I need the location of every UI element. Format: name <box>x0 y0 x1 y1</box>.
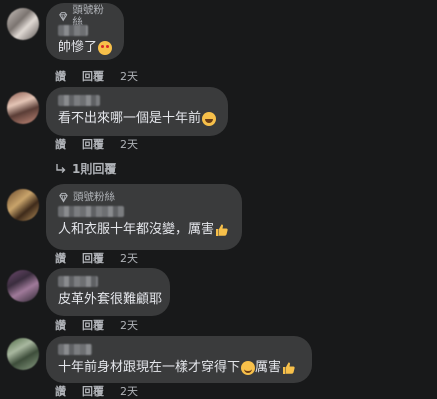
like-button[interactable]: 讚 <box>55 136 66 152</box>
thumbs-up-emoji <box>283 362 295 374</box>
top-fan-badge: 頭號粉絲 <box>58 4 112 28</box>
comment-actions: 讚 回覆 2天 <box>55 137 138 151</box>
avatar[interactable] <box>7 338 39 370</box>
commenter-name[interactable] <box>58 95 100 106</box>
like-button[interactable]: 讚 <box>55 383 66 399</box>
comment-actions: 讚 回覆 2天 <box>55 384 138 398</box>
smile-emoji <box>241 361 256 375</box>
reply-button[interactable]: 回覆 <box>82 250 104 266</box>
timestamp[interactable]: 2天 <box>120 250 138 266</box>
reply-button[interactable]: 回覆 <box>82 136 104 152</box>
comment-bubble: 看不出來哪一個是十年前 <box>46 87 228 136</box>
comment-actions: 讚 回覆 2天 <box>55 69 138 83</box>
avatar[interactable] <box>7 8 39 40</box>
commenter-name[interactable] <box>58 276 98 287</box>
comment-bubble: 頭號粉絲 帥慘了 <box>46 3 124 60</box>
reply-button[interactable]: 回覆 <box>82 317 104 333</box>
reply-button[interactable]: 回覆 <box>82 68 104 84</box>
comment-actions: 讚 回覆 2天 <box>55 318 138 332</box>
avatar[interactable] <box>7 270 39 302</box>
comment-text: 十年前身材跟現在一樣才穿得下 厲害 <box>58 359 300 377</box>
comment-text: 皮革外套很難顧耶 <box>58 292 163 307</box>
like-button[interactable]: 讚 <box>55 68 66 84</box>
diamond-icon <box>59 11 68 21</box>
like-button[interactable]: 讚 <box>55 317 66 333</box>
like-button[interactable]: 讚 <box>55 250 66 266</box>
reply-arrow-icon <box>56 163 66 173</box>
comment-bubble: 皮革外套很難顧耶 <box>46 268 170 316</box>
comment-bubble: 頭號粉絲 人和衣服十年都沒變，厲害 <box>46 184 242 250</box>
timestamp[interactable]: 2天 <box>120 136 138 152</box>
comment-actions: 讚 回覆 2天 <box>55 251 138 265</box>
timestamp[interactable]: 2天 <box>120 317 138 333</box>
avatar[interactable] <box>7 189 39 221</box>
top-fan-badge: 頭號粉絲 <box>58 190 230 204</box>
star-struck-emoji <box>98 41 112 55</box>
diamond-icon <box>59 192 68 203</box>
timestamp[interactable]: 2天 <box>120 68 138 84</box>
avatar[interactable] <box>7 92 39 124</box>
commenter-name[interactable] <box>58 206 124 217</box>
badge-label: 頭號粉絲 <box>73 191 115 203</box>
view-replies-link[interactable]: 1則回覆 <box>55 160 116 177</box>
grinning-emoji <box>202 112 216 126</box>
thumbs-up-emoji <box>216 224 228 236</box>
commenter-name[interactable] <box>58 25 88 36</box>
comment-bubble: 十年前身材跟現在一樣才穿得下 厲害 <box>46 336 312 383</box>
timestamp[interactable]: 2天 <box>120 383 138 399</box>
reply-button[interactable]: 回覆 <box>82 383 104 399</box>
comment-text: 看不出來哪一個是十年前 <box>58 110 216 128</box>
comment-text: 人和衣服十年都沒變，厲害 <box>58 221 230 239</box>
comment-text: 帥慘了 <box>58 39 112 57</box>
commenter-name[interactable] <box>58 344 92 355</box>
